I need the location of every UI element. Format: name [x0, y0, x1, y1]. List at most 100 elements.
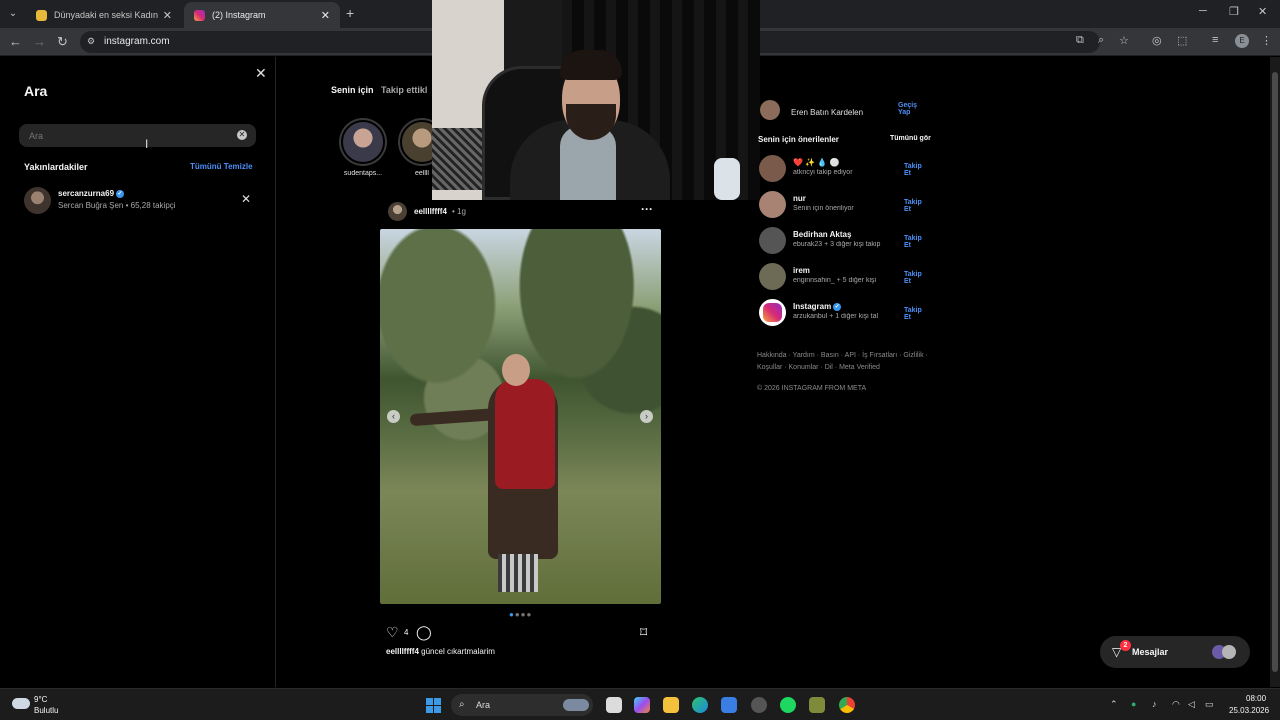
task-view-icon[interactable]: [606, 697, 622, 713]
bookmark-star-icon[interactable]: ☆: [1119, 34, 1129, 47]
messages-button[interactable]: ▽ 2 Mesajlar: [1100, 636, 1250, 668]
puzzle-icon[interactable]: ⬚: [1177, 34, 1187, 47]
suggestion-name[interactable]: nur: [793, 194, 806, 203]
recent-username: sercanzurna69 ✓: [58, 189, 125, 198]
carousel-prev-icon[interactable]: ‹: [387, 410, 400, 423]
instagram-favicon: [194, 9, 205, 21]
follow-button[interactable]: Takip Et: [904, 271, 930, 285]
app-icon[interactable]: [809, 697, 825, 713]
tab-following[interactable]: Takip ettikl: [381, 85, 427, 95]
follow-button[interactable]: Takip Et: [904, 163, 930, 177]
save-bookmark-icon[interactable]: ⌑: [640, 624, 647, 641]
suggestion-name[interactable]: Bedirhan Aktaş: [793, 230, 851, 239]
suggestion-name[interactable]: ❤️ ✨ 💧 ⚪: [793, 158, 840, 167]
carousel-dots: ●●●●: [509, 610, 533, 619]
recent-search-item[interactable]: sercanzurna69 ✓ Sercan Buğra Şen • 65,28 …: [24, 186, 254, 216]
weather-condition[interactable]: Bulutlu: [34, 706, 58, 715]
weather-temperature[interactable]: 9°C: [34, 695, 47, 704]
tab-search-chevron-icon[interactable]: ⌄: [4, 5, 22, 23]
app-icon[interactable]: [751, 697, 767, 713]
search-input[interactable]: [19, 124, 256, 147]
browser-menu-icon[interactable]: ⋮: [1261, 34, 1272, 47]
avatar[interactable]: [759, 263, 786, 290]
post-caption: eellllffff4 güncel cıkartmalarim: [386, 647, 495, 656]
avatar[interactable]: [760, 100, 780, 120]
comment-icon[interactable]: ◯: [416, 624, 432, 641]
more-options-icon[interactable]: ···: [641, 202, 653, 216]
suggestion-name[interactable]: irem: [793, 266, 810, 275]
back-arrow-icon[interactable]: ←: [9, 34, 22, 50]
minimize-icon[interactable]: ─: [1199, 5, 1207, 17]
tab-close-icon[interactable]: ✕: [163, 9, 172, 22]
post-image[interactable]: ‹ ›: [380, 229, 661, 604]
clear-all-button[interactable]: Tümünü Temizle: [190, 162, 253, 171]
footer-links[interactable]: Hakkında · Yardım · Basın · API · İş Fır…: [757, 350, 937, 374]
carousel-next-icon[interactable]: ›: [640, 410, 653, 423]
follow-button[interactable]: Takip Et: [904, 199, 930, 213]
suggestions-title: Senin için önerilenler: [758, 135, 839, 144]
search-highlight-art: [563, 699, 589, 711]
text-cursor-icon: I: [145, 137, 149, 151]
avatar[interactable]: [759, 227, 786, 254]
clock-time[interactable]: 08:00: [1246, 694, 1266, 703]
avatar[interactable]: [759, 155, 786, 182]
extension-icon[interactable]: ◎: [1152, 34, 1162, 47]
microphone-icon[interactable]: ♪: [1152, 699, 1157, 709]
instagram-logo-icon[interactable]: [759, 299, 786, 326]
tab-close-icon[interactable]: ✕: [321, 9, 330, 22]
file-explorer-icon[interactable]: [663, 697, 679, 713]
follow-button[interactable]: Takip Et: [904, 307, 930, 321]
tab-favicon: [36, 9, 47, 21]
spotify-icon[interactable]: [780, 697, 796, 713]
window-close-icon[interactable]: ✕: [1258, 5, 1267, 18]
windows-start-icon[interactable]: [426, 698, 441, 713]
browser-tab-2[interactable]: (2) Instagram ✕: [184, 2, 340, 28]
taskbar-search[interactable]: ⌕ Ara: [451, 694, 593, 716]
taskbar-search-label: Ara: [476, 700, 491, 710]
tab-title: (2) Instagram: [212, 10, 266, 20]
story-item[interactable]: sudentaps...: [337, 118, 389, 177]
copilot-icon[interactable]: [634, 697, 650, 713]
restore-icon[interactable]: ❐: [1229, 5, 1239, 18]
tray-app-icon[interactable]: ●: [1131, 699, 1136, 709]
like-count: 4: [404, 628, 409, 637]
suggestion-item: irem enginnsahin_ + 5 diğer kişi Takip E…: [758, 263, 930, 291]
profile-avatar[interactable]: E: [1235, 34, 1249, 48]
like-heart-icon[interactable]: ♡: [386, 624, 399, 641]
scrollbar-thumb[interactable]: [1272, 72, 1278, 672]
verified-badge-icon: ✓: [833, 302, 842, 311]
volume-icon[interactable]: ◁: [1188, 699, 1195, 710]
avatar[interactable]: [759, 191, 786, 218]
zoom-icon[interactable]: ⌕: [1098, 34, 1104, 47]
suggestion-name[interactable]: Instagram ✓: [793, 302, 842, 311]
close-icon[interactable]: ✕: [255, 65, 267, 82]
avatar[interactable]: [388, 202, 407, 221]
clear-search-icon[interactable]: ✕: [237, 130, 247, 140]
battery-icon[interactable]: ▭: [1205, 699, 1214, 710]
edge-icon[interactable]: [692, 697, 708, 713]
post-username[interactable]: eellllffff4: [414, 207, 447, 216]
media-control-icon[interactable]: ≡: [1212, 34, 1218, 46]
browser-tab-1[interactable]: Dünyadaki en seksi Kadın kim - ✕: [26, 2, 182, 28]
clock-date[interactable]: 25.03.2026: [1229, 706, 1269, 715]
search-panel: Ara ✕ ✕ I Yakınlardakiler Tümünü Temizle…: [0, 57, 276, 687]
url-text: instagram.com: [104, 36, 170, 47]
new-tab-icon[interactable]: +: [346, 5, 354, 21]
tab-for-you[interactable]: Senin için: [331, 85, 374, 95]
site-info-icon[interactable]: ⚙: [87, 36, 95, 47]
cloud-icon[interactable]: [12, 698, 30, 709]
follow-button[interactable]: Takip Et: [904, 235, 930, 249]
wifi-icon[interactable]: ◠: [1172, 699, 1180, 710]
remove-recent-icon[interactable]: ✕: [241, 192, 251, 206]
chrome-icon[interactable]: [839, 697, 855, 713]
avatar: [1222, 645, 1236, 659]
store-icon[interactable]: [721, 697, 737, 713]
tray-chevron-icon[interactable]: ⌃: [1110, 699, 1118, 710]
copyright: © 2026 INSTAGRAM FROM META: [757, 385, 867, 392]
install-app-icon[interactable]: ⧉: [1076, 34, 1084, 47]
suggestion-item: Instagram ✓ arzukanbul + 1 diğer kişi tal…: [758, 299, 930, 327]
see-all-button[interactable]: Tümünü gör: [890, 135, 931, 142]
forward-arrow-icon[interactable]: →: [33, 34, 46, 50]
switch-account-button[interactable]: Geçiş Yap: [898, 102, 930, 116]
reload-icon[interactable]: ↻: [57, 34, 68, 50]
